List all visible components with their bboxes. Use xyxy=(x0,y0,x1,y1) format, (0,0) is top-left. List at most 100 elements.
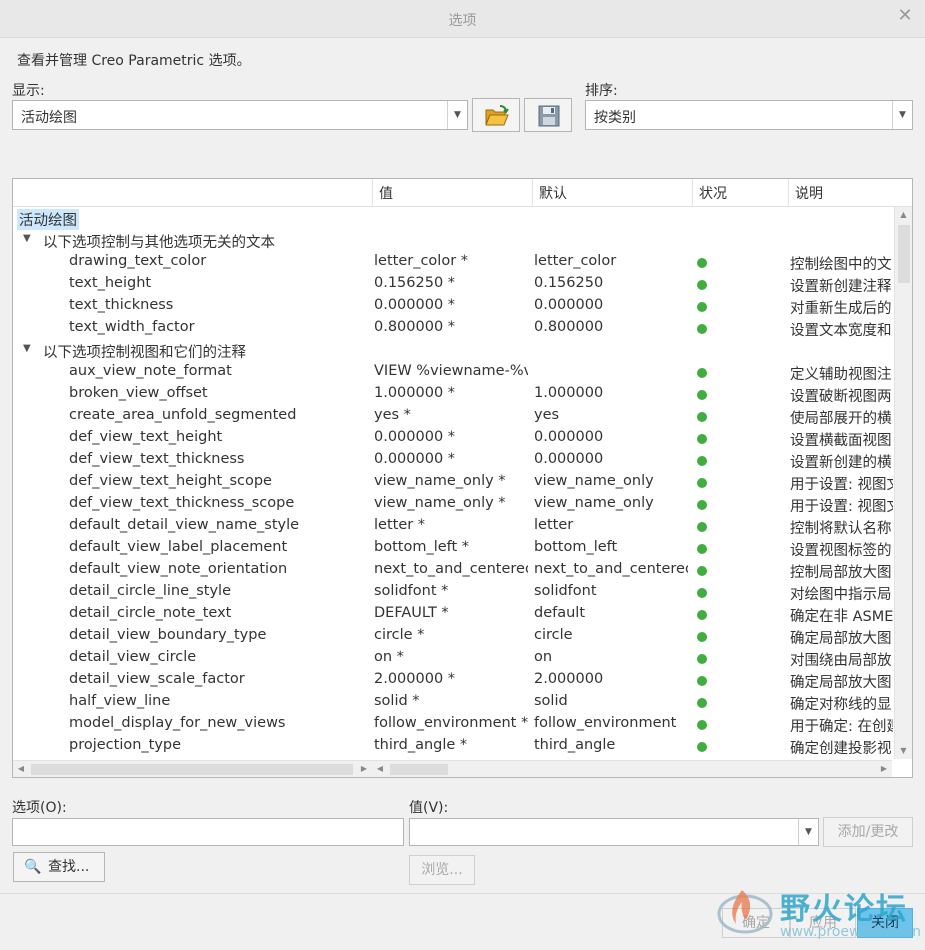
scrollbar-thumb[interactable] xyxy=(390,764,448,775)
option-name-cell: text_width_factor xyxy=(69,319,195,335)
tree-category-row[interactable]: ▼ 以下选项控制视图和它们的注释 xyxy=(13,339,893,361)
tree-category-row[interactable]: ▼ 以下选项控制与其他选项无关的文本 xyxy=(13,229,893,251)
option-description-cell: 控制绘图中的文 xyxy=(790,257,892,273)
display-label: 显示: xyxy=(12,83,45,99)
table-row[interactable]: default_view_note_orientation next_to_and… xyxy=(13,559,893,581)
option-name-cell: default_view_note_orientation xyxy=(69,561,288,577)
option-description-cell: 确定对称线的显 xyxy=(790,697,892,713)
option-input[interactable] xyxy=(12,818,404,846)
option-name-cell: def_view_text_thickness xyxy=(69,451,245,467)
status-ok-icon xyxy=(697,588,707,598)
watermark-url: www.proewildfire.cn xyxy=(780,924,922,940)
tree-root-row[interactable]: 活动绘图 xyxy=(13,207,893,230)
option-description-cell: 定义辅助视图注 xyxy=(790,367,892,383)
expand-triangle-icon[interactable]: ▼ xyxy=(23,233,31,244)
column-header-value[interactable]: 值 xyxy=(372,179,532,207)
scroll-right-icon[interactable]: ▶ xyxy=(876,761,892,777)
chevron-down-icon[interactable]: ▼ xyxy=(892,101,912,129)
scroll-up-icon[interactable]: ▲ xyxy=(895,207,912,223)
category-label: 以下选项控制与其他选项无关的文本 xyxy=(43,235,275,251)
status-ok-icon xyxy=(697,500,707,510)
table-row[interactable]: def_view_text_height 0.000000 * 0.000000 设置… xyxy=(13,427,893,449)
option-name-cell: def_view_text_thickness_scope xyxy=(69,495,295,511)
option-description-cell: 确定局部放大图 xyxy=(790,631,892,647)
table-row[interactable]: detail_circle_line_style solidfont * solid… xyxy=(13,581,893,603)
option-default-cell: 0.000000 xyxy=(534,429,604,445)
table-row[interactable]: def_view_text_thickness_scope view_name_o… xyxy=(13,493,893,515)
scrollbar-thumb[interactable] xyxy=(31,764,353,775)
table-row[interactable]: broken_view_offset 1.000000 * 1.000000 设置破断… xyxy=(13,383,893,405)
display-select[interactable]: 活动绘图 ▼ xyxy=(12,100,468,130)
close-icon[interactable]: ✕ xyxy=(897,7,913,25)
table-row[interactable]: text_thickness 0.000000 * 0.000000 对重新生成后的 xyxy=(13,295,893,317)
save-config-button[interactable] xyxy=(524,98,572,132)
table-row[interactable]: detail_view_boundary_type circle * circle 确… xyxy=(13,625,893,647)
scroll-left-icon[interactable]: ◀ xyxy=(372,761,388,777)
table-row[interactable]: default_view_label_placement bottom_left … xyxy=(13,537,893,559)
vertical-scrollbar[interactable]: ▲ ▼ xyxy=(894,207,912,759)
table-row[interactable]: model_display_for_new_views follow_enviro… xyxy=(13,713,893,735)
option-value-cell: third_angle * xyxy=(374,737,468,753)
option-description-cell: 设置新创建的横 xyxy=(790,455,892,471)
status-ok-icon xyxy=(697,412,707,422)
option-default-cell: letter_color xyxy=(534,253,617,269)
browse-button[interactable]: 浏览... xyxy=(409,855,475,885)
status-ok-icon xyxy=(697,324,707,334)
scrollbar-thumb[interactable] xyxy=(898,225,910,283)
value-select[interactable]: ▼ xyxy=(409,818,819,846)
table-row[interactable]: def_view_text_height_scope view_name_only… xyxy=(13,471,893,493)
scroll-left-icon[interactable]: ◀ xyxy=(13,761,29,777)
table-row[interactable]: default_detail_view_name_style letter * le… xyxy=(13,515,893,537)
options-table[interactable]: 值 默认 状况 说明 活动绘图 ▼ 以下选项控制与其他选项无关的文本 drawing… xyxy=(12,178,913,778)
horizontal-scrollbar-right[interactable]: ◀ ▶ xyxy=(372,760,892,777)
scroll-down-icon[interactable]: ▼ xyxy=(895,743,912,759)
table-row[interactable]: detail_circle_note_text DEFAULT * default 确… xyxy=(13,603,893,625)
chevron-down-icon[interactable]: ▼ xyxy=(798,819,818,845)
table-header: 值 默认 状况 说明 xyxy=(13,179,912,207)
table-row[interactable]: half_view_line solid * solid 确定对称线的显 xyxy=(13,691,893,713)
expand-triangle-icon[interactable]: ▼ xyxy=(23,343,31,354)
status-ok-icon xyxy=(697,258,707,268)
option-name-cell: default_view_label_placement xyxy=(69,539,288,555)
table-row[interactable]: text_width_factor 0.800000 * 0.800000 设置文本宽… xyxy=(13,317,893,339)
open-config-button[interactable] xyxy=(472,98,520,132)
sort-select[interactable]: 按类别 ▼ xyxy=(585,100,913,130)
column-header-default[interactable]: 默认 xyxy=(532,179,692,207)
option-value-cell: 2.000000 * xyxy=(374,671,456,687)
table-row[interactable]: def_view_text_thickness 0.000000 * 0.00000… xyxy=(13,449,893,471)
option-name-cell: text_thickness xyxy=(69,297,174,313)
column-header-description[interactable]: 说明 xyxy=(788,179,912,207)
option-name-cell: default_detail_view_name_style xyxy=(69,517,300,533)
option-name-cell: broken_view_offset xyxy=(69,385,208,401)
option-default-cell: letter xyxy=(534,517,574,533)
option-value-cell: solidfont * xyxy=(374,583,449,599)
table-row[interactable]: projection_type third_angle * third_angle 确… xyxy=(13,735,893,757)
option-description-cell: 设置新创建注释 xyxy=(790,279,892,295)
status-ok-icon xyxy=(697,632,707,642)
table-row[interactable]: detail_view_scale_factor 2.000000 * 2.0000… xyxy=(13,669,893,691)
option-description-cell: 用于设置: 视图文 xyxy=(790,499,893,515)
option-value-cell: 0.000000 * xyxy=(374,451,456,467)
title-bar: 选项 ✕ xyxy=(0,0,925,38)
table-row[interactable]: aux_view_note_format VIEW %viewname-%vi 定义… xyxy=(13,361,893,383)
add-change-button[interactable]: 添加/更改 xyxy=(823,817,913,847)
find-button[interactable]: 🔍 查找... xyxy=(13,852,105,882)
option-value-cell: letter_color * xyxy=(374,253,469,269)
option-default-cell: third_angle xyxy=(534,737,616,753)
option-name-cell: create_area_unfold_segmented xyxy=(69,407,297,423)
option-description-cell: 使局部展开的横 xyxy=(790,411,892,427)
horizontal-scrollbar-left[interactable]: ◀ ▶ xyxy=(13,760,372,777)
option-default-cell: follow_environment xyxy=(534,715,677,731)
table-row[interactable]: detail_view_circle on * on 对围绕由局部放 xyxy=(13,647,893,669)
option-value-cell: letter * xyxy=(374,517,426,533)
option-value-cell: view_name_only * xyxy=(374,495,506,511)
chevron-down-icon[interactable]: ▼ xyxy=(447,101,467,129)
column-header-status[interactable]: 状况 xyxy=(692,179,788,207)
value-label: 值(V): xyxy=(409,800,449,816)
table-row[interactable]: drawing_text_color letter_color * letter_c… xyxy=(13,251,893,273)
table-row[interactable]: text_height 0.156250 * 0.156250 设置新创建注释 xyxy=(13,273,893,295)
column-header-name[interactable] xyxy=(13,179,372,207)
option-name-cell: projection_type xyxy=(69,737,182,753)
scroll-right-icon[interactable]: ▶ xyxy=(356,761,372,777)
table-row[interactable]: create_area_unfold_segmented yes * yes 使局部展… xyxy=(13,405,893,427)
